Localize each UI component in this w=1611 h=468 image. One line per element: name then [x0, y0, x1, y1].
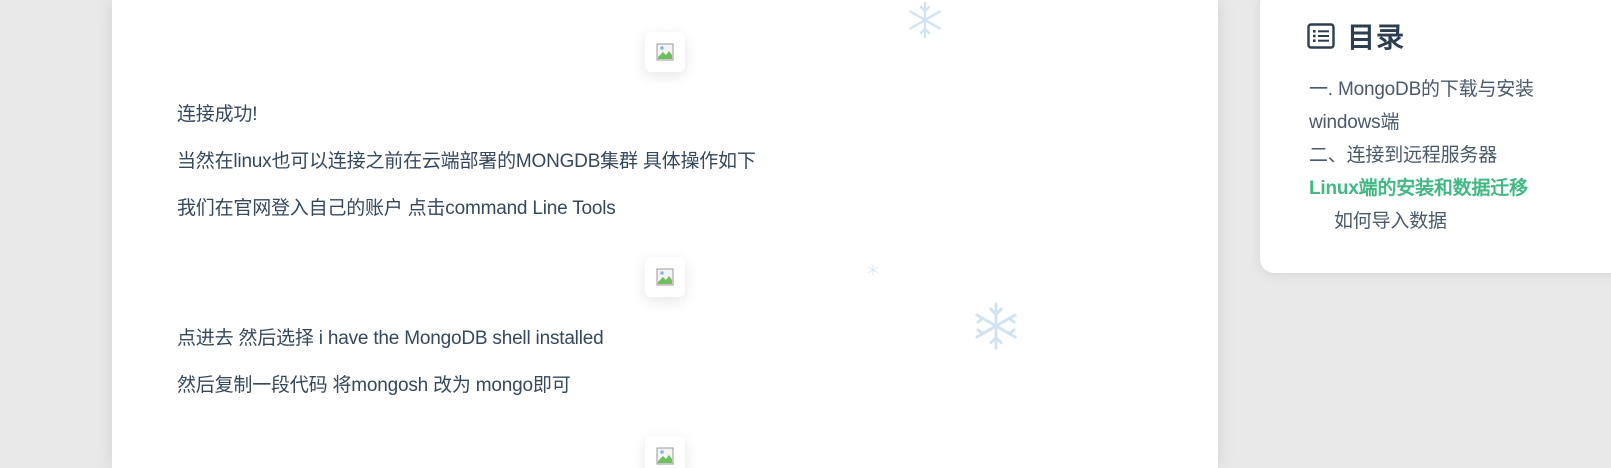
page: 连接成功! 当然在linux也可以连接之前在云端部署的MONGDB集群 具体操作… — [0, 0, 1611, 468]
article-image-2 — [645, 257, 685, 297]
article-paragraph: 当然在linux也可以连接之前在云端部署的MONGDB集群 具体操作如下 — [177, 151, 756, 172]
broken-image-icon — [656, 268, 674, 286]
broken-image-icon — [656, 43, 674, 61]
table-of-contents: 目录 一. MongoDB的下载与安装 windows端 二、连接到远程服务器 … — [1260, 0, 1611, 273]
broken-image-icon — [656, 447, 674, 465]
toc-item[interactable]: 二、连接到远程服务器 — [1309, 140, 1497, 167]
article-image-1 — [645, 32, 685, 72]
snowflake-icon — [868, 264, 878, 276]
snowflake-icon — [909, 1, 941, 39]
toc-title: 目录 — [1347, 22, 1406, 53]
article-paragraph: 我们在官网登入自己的账户 点击command Line Tools — [177, 198, 616, 219]
toc-item[interactable]: 一. MongoDB的下载与安装 — [1309, 74, 1534, 101]
snowflake-icon — [975, 302, 1017, 350]
article-paragraph: 连接成功! — [177, 104, 258, 125]
article-paragraph: 点进去 然后选择 i have the MongoDB shell instal… — [177, 328, 604, 349]
list-icon — [1307, 23, 1335, 49]
toc-item[interactable]: 如何导入数据 — [1334, 206, 1447, 233]
article-content: 连接成功! 当然在linux也可以连接之前在云端部署的MONGDB集群 具体操作… — [112, 0, 1218, 468]
toc-item-active[interactable]: Linux端的安装和数据迁移 — [1309, 173, 1528, 200]
article-image-3 — [645, 436, 685, 468]
article-paragraph: 然后复制一段代码 将mongosh 改为 mongo即可 — [177, 375, 571, 396]
toc-item[interactable]: windows端 — [1309, 107, 1399, 134]
toc-header: 目录 — [1307, 16, 1405, 56]
